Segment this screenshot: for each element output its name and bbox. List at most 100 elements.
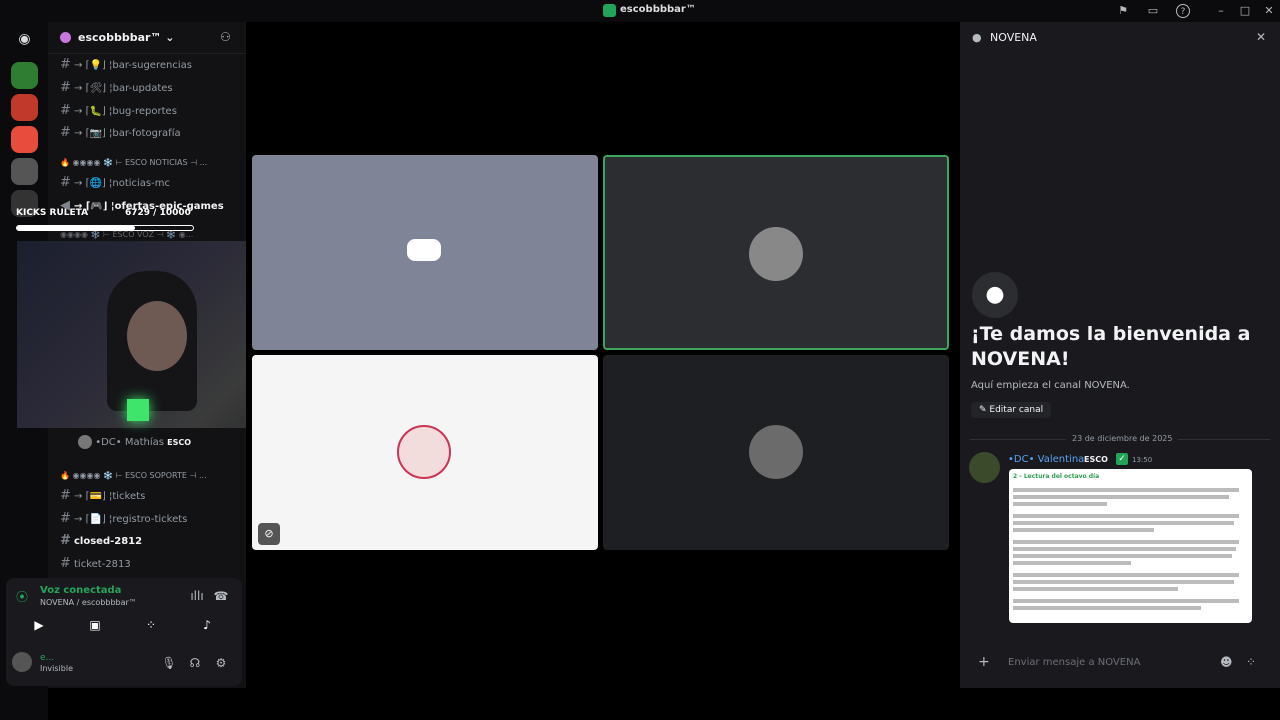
attachment-text-line	[1013, 540, 1239, 544]
category-header[interactable]: 🔥 ◉◉◉◉ ❄️ ⊢ ESCO NOTICIAS ⊣ ...	[60, 158, 207, 167]
add-member-icon[interactable]: ⚇	[220, 30, 231, 44]
member-tag: ESCO	[167, 438, 192, 447]
server-name: escobbbbar™ ⌄	[78, 31, 175, 44]
discord-logo-icon	[407, 239, 441, 261]
emoji-icon[interactable]: ☻	[1220, 655, 1233, 669]
hash-icon: #	[60, 80, 71, 95]
user-name: e...	[40, 653, 55, 663]
date-divider: 23 de diciembre de 2025	[1066, 434, 1179, 443]
webcam-face	[127, 301, 187, 371]
attachment-text-line	[1013, 521, 1234, 525]
channel-label: → ⌈🌐⌋ ¦noticias-mc	[74, 178, 170, 189]
server-icon[interactable]	[11, 126, 38, 153]
close-window-icon[interactable]: ✕	[1262, 4, 1276, 18]
participant-tile[interactable]	[252, 155, 598, 350]
activities-icon[interactable]: ⁘	[140, 614, 162, 636]
title-bar: escobbbbar™ ⚑ ▭ ? – □ ✕	[0, 0, 1280, 22]
channel-item[interactable]: # → ⌈🛠⌋ ¦bar-updates	[60, 80, 240, 100]
channel-item[interactable]: # closed-2812	[60, 533, 240, 553]
participant-tile[interactable]	[603, 355, 949, 550]
monitor-icon[interactable]: ▭	[1146, 4, 1160, 18]
channel-item[interactable]: # → ⌈🌐⌋ ¦noticias-mc	[60, 175, 240, 195]
channel-label: → ⌈🐛⌋ ¦bug-reportes	[74, 106, 177, 117]
chat-bubble-icon: ●	[972, 31, 982, 44]
muted-video-icon: ⊘	[258, 523, 280, 545]
attachment-text-line	[1013, 599, 1239, 603]
overlay-progress-text: 6729 / 10000	[125, 208, 191, 218]
channel-item[interactable]: # → ⌈🐛⌋ ¦bug-reportes	[60, 103, 240, 123]
discord-home-icon[interactable]: ◉	[11, 26, 38, 53]
voice-member[interactable]: •DC• Mathías ESCO	[78, 435, 258, 455]
hash-icon: #	[60, 556, 71, 571]
channel-label: → ⌈📄⌋ ¦registro-tickets	[74, 514, 188, 525]
inbox-icon[interactable]: ⚑	[1116, 4, 1130, 18]
attachment-text-line	[1013, 554, 1232, 558]
headphones-icon[interactable]: ☊	[184, 652, 206, 674]
overlay-progress-bar	[16, 225, 194, 231]
attachment-text-line	[1013, 514, 1239, 518]
camera-off-icon[interactable]: ▶	[28, 614, 50, 636]
message-author[interactable]: •DC• Valentina	[1008, 454, 1084, 465]
participant-tile-speaking[interactable]	[603, 155, 949, 350]
avatar[interactable]	[12, 652, 32, 672]
attachment-text-line	[1013, 573, 1239, 577]
edit-channel-button[interactable]: ✎ Editar canal	[971, 402, 1052, 418]
channel-label: → ⌈🛠⌋ ¦bar-updates	[74, 83, 173, 94]
add-attachment-icon[interactable]: +	[978, 654, 990, 670]
attachment-text-line	[1013, 580, 1234, 584]
close-icon[interactable]: ✕	[1256, 30, 1266, 44]
attachment-text-line	[1013, 488, 1239, 492]
channel-label: → ⌈💳⌋ ¦tickets	[74, 491, 146, 502]
channel-item[interactable]: # → ⌈💳⌋ ¦tickets	[60, 488, 240, 508]
message-input-box[interactable]: + Enviar mensaje a NOVENA ☻ ⁘	[968, 650, 1272, 678]
message-attachment[interactable]: 2 - Lectura del octavo día	[1009, 469, 1252, 623]
avatar[interactable]	[969, 452, 1000, 483]
settings-gear-icon[interactable]: ⚙	[210, 652, 232, 674]
attachment-text-line	[1013, 502, 1107, 506]
channel-label: ticket-2813	[74, 559, 131, 570]
overlay-progress-fill	[17, 226, 135, 230]
soundboard-icon[interactable]: ♪	[196, 614, 218, 636]
category-header[interactable]: 🔥 ◉◉◉◉ ❄️ ⊢ ESCO SOPORTE ⊣ ...	[60, 471, 207, 480]
noise-suppression-icon[interactable]: ıllı	[186, 585, 208, 607]
hash-icon: #	[60, 533, 71, 548]
minimize-icon[interactable]: –	[1214, 4, 1228, 18]
edit-channel-label: Editar canal	[989, 405, 1044, 415]
user-status: Invisible	[40, 664, 73, 673]
forum-icon: #	[60, 103, 71, 118]
avatar	[397, 425, 451, 479]
screen-share-icon[interactable]: ▣	[84, 614, 106, 636]
channel-label: → ⌈📷⌋ ¦bar-fotografía	[74, 128, 181, 139]
microphone-icon[interactable]: 🎙	[158, 652, 180, 674]
signal-icon: ⦿	[16, 590, 29, 604]
welcome-title: ¡Te damos la bienvenida a NOVENA!	[971, 323, 1251, 370]
avatar	[78, 435, 92, 449]
channel-label: closed-2812	[74, 536, 143, 547]
maximize-icon[interactable]: □	[1238, 4, 1252, 18]
server-badge-icon	[60, 32, 71, 43]
channel-item[interactable]: # → ⌈📷⌋ ¦bar-fotografía	[60, 125, 240, 145]
voice-status-subtitle[interactable]: NOVENA / escobbbbar™	[40, 598, 137, 607]
category-header[interactable]: ◉◉◉◉ ❄️ ⊢ ESCO VOZ ⊣ ❄️ ◉...	[60, 230, 193, 239]
server-icon[interactable]	[11, 158, 38, 185]
channel-item[interactable]: # ticket-2813	[60, 556, 240, 576]
message-time: 13:50	[1132, 456, 1153, 464]
attachment-text-line	[1013, 587, 1178, 591]
participant-tile[interactable]: ⊘	[252, 355, 598, 550]
help-icon[interactable]: ?	[1176, 4, 1190, 18]
apps-icon[interactable]: ⁘	[1246, 655, 1256, 669]
server-icon[interactable]	[11, 94, 38, 121]
message-input-placeholder[interactable]: Enviar mensaje a NOVENA	[1008, 657, 1140, 668]
text-chat-panel: ● NOVENA ✕ ● ¡Te damos la bienvenida a N…	[960, 22, 1280, 688]
channel-item[interactable]: # → ⌈💡⌋ ¦bar-sugerencias	[60, 57, 240, 77]
channel-item[interactable]: # → ⌈📄⌋ ¦registro-tickets	[60, 511, 240, 531]
attachment-title: 2 - Lectura del octavo día	[1013, 473, 1100, 480]
voice-status-title: Voz conectada	[40, 585, 122, 596]
attachment-text-line	[1013, 561, 1131, 565]
window-title: escobbbbar™	[620, 4, 696, 15]
server-icon[interactable]	[11, 62, 38, 89]
disconnect-icon[interactable]: ☎	[210, 585, 232, 607]
attachment-text-line	[1013, 495, 1230, 499]
attachment-text-line	[1013, 606, 1201, 610]
server-header[interactable]: escobbbbar™ ⌄ ⚇	[48, 22, 246, 54]
